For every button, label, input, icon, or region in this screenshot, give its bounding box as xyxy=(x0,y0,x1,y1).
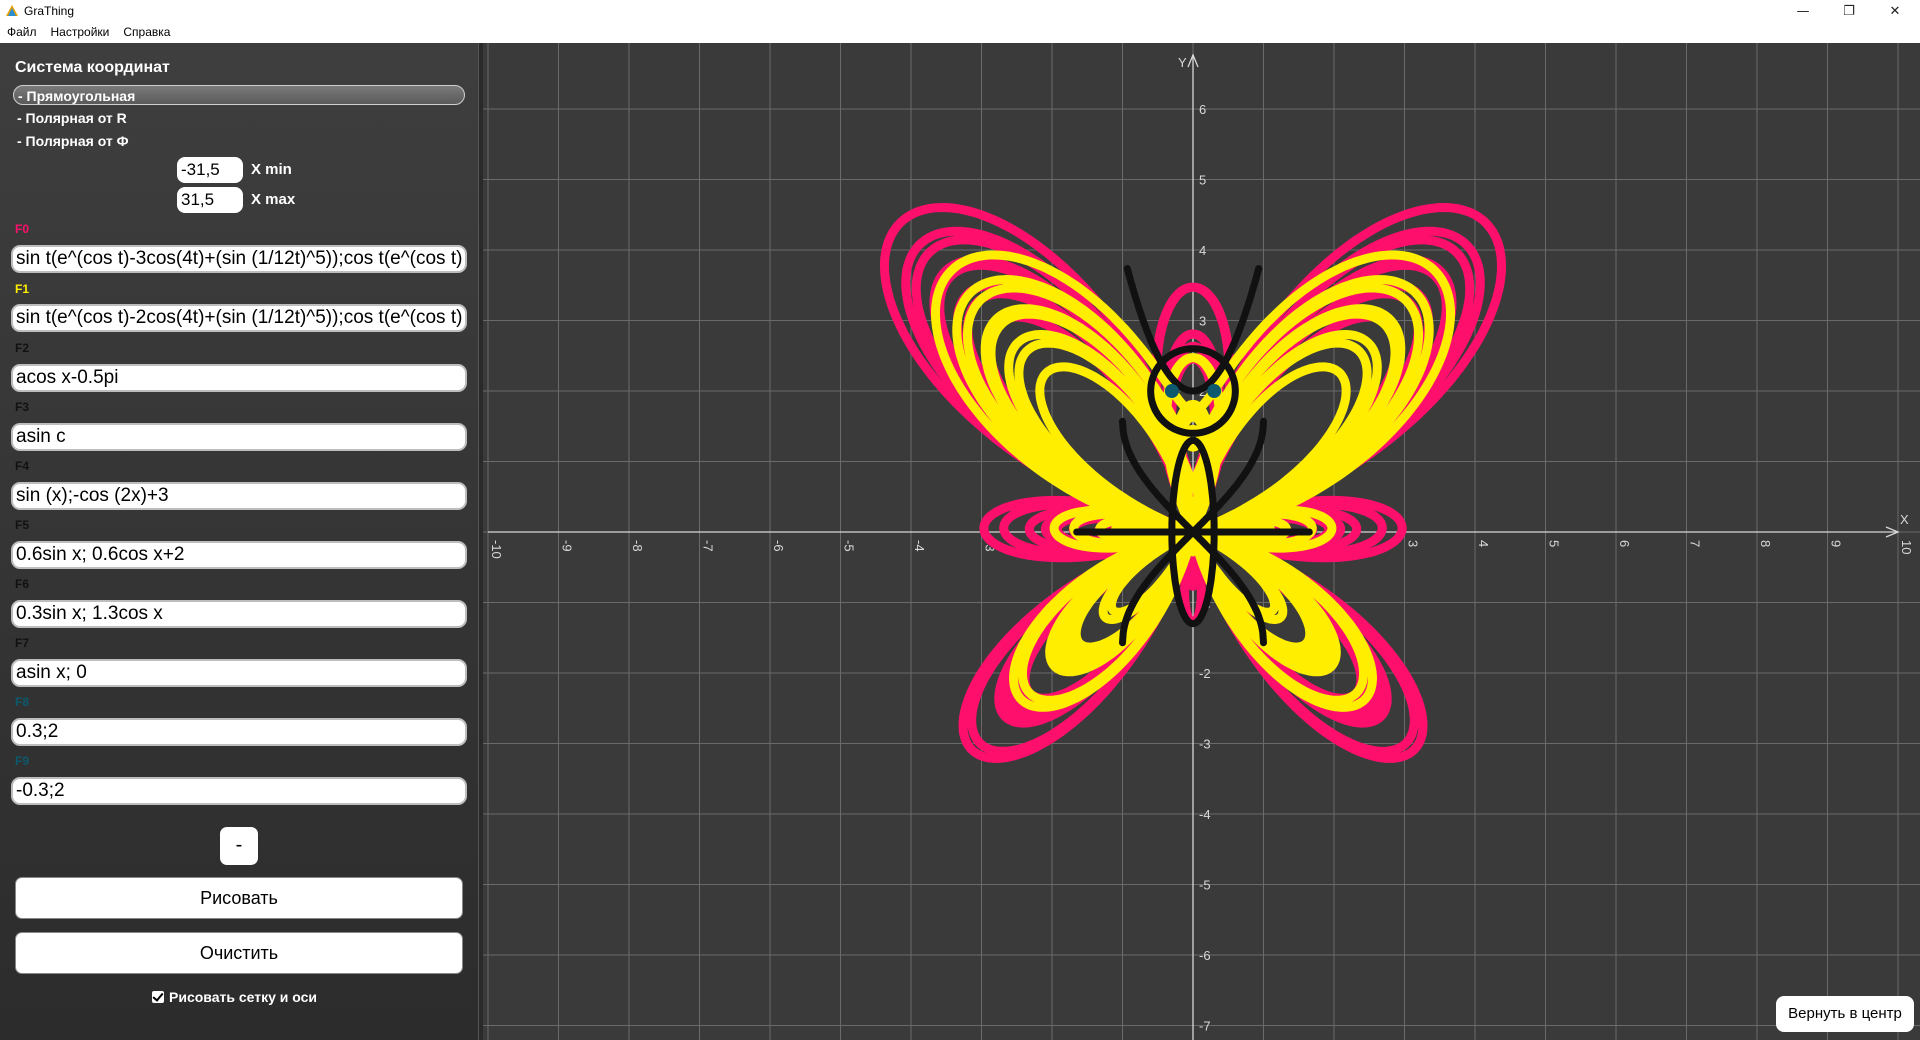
coord-system-title: Система координат xyxy=(15,59,170,76)
function-label-f6: F6 xyxy=(15,577,30,591)
menu-help[interactable]: Справка xyxy=(116,22,177,43)
x-tick-label: 8 xyxy=(1758,540,1773,547)
remove-function-button[interactable]: - xyxy=(220,827,258,865)
x-tick-label: -9 xyxy=(560,540,575,552)
x-tick-label: 10 xyxy=(1899,540,1914,554)
function-input-f3[interactable] xyxy=(11,423,467,451)
function-label-f7: F7 xyxy=(15,636,30,650)
recenter-button[interactable]: Вернуть в центр xyxy=(1776,996,1914,1032)
close-button[interactable]: ✕ xyxy=(1872,0,1918,22)
y-axis-label: Y xyxy=(1178,55,1187,70)
y-tick-label: -5 xyxy=(1199,878,1211,893)
minimize-button[interactable]: — xyxy=(1780,0,1826,22)
function-label-f9: F9 xyxy=(15,754,30,768)
function-input-f5[interactable] xyxy=(11,541,467,569)
y-tick-label: -7 xyxy=(1199,1019,1211,1034)
function-input-f7[interactable] xyxy=(11,659,467,687)
curve-f8 xyxy=(1207,384,1222,398)
x-tick-label: 9 xyxy=(1829,540,1844,547)
x-tick-label: 4 xyxy=(1476,540,1491,547)
x-tick-label: 6 xyxy=(1617,540,1632,547)
restore-icon: ❐ xyxy=(1843,3,1855,19)
function-label-f8: F8 xyxy=(15,695,30,709)
function-label-f0: F0 xyxy=(15,222,30,236)
y-tick-label: 4 xyxy=(1199,243,1206,258)
menu-bar: Файл Настройки Справка xyxy=(0,22,1920,43)
window-title: GraThing xyxy=(24,4,75,18)
function-input-f0[interactable] xyxy=(11,245,467,273)
draw-grid-option[interactable]: Рисовать сетку и оси xyxy=(152,989,317,1005)
y-tick-label: 6 xyxy=(1199,102,1206,117)
curve-f9 xyxy=(1164,384,1179,398)
y-tick-label: -2 xyxy=(1199,666,1211,681)
x-tick-label: 5 xyxy=(1547,540,1562,547)
menu-file[interactable]: Файл xyxy=(0,22,44,43)
x-tick-label: -4 xyxy=(912,540,927,552)
coord-option-polar-phi[interactable]: - Полярная от Ф xyxy=(13,131,465,151)
draw-button[interactable]: Рисовать xyxy=(15,877,463,919)
x-tick-label: -5 xyxy=(842,540,857,552)
y-tick-label: -6 xyxy=(1199,948,1211,963)
xmax-label: X max xyxy=(251,191,296,208)
app-logo-icon xyxy=(6,5,18,16)
y-tick-label: 3 xyxy=(1199,314,1206,329)
close-icon: ✕ xyxy=(1889,3,1901,19)
minimize-icon: — xyxy=(1796,3,1810,19)
graph-canvas[interactable]: XY-10 -9 -8 -7 -6 -5 -4 -3 -2 -1 1 2 3 4 5 6 7 8 9 10654321… xyxy=(483,43,1920,1040)
function-label-f5: F5 xyxy=(15,518,30,532)
menu-settings[interactable]: Настройки xyxy=(44,22,117,43)
x-tick-label: -7 xyxy=(701,540,716,552)
x-tick-label: -10 xyxy=(489,540,504,559)
control-panel: Система координат - Прямоугольная - Поля… xyxy=(0,43,478,1040)
x-tick-label: -8 xyxy=(630,540,645,552)
function-input-f2[interactable] xyxy=(11,364,467,392)
draw-grid-checkbox[interactable] xyxy=(152,991,164,1003)
x-tick-label: 7 xyxy=(1688,540,1703,547)
x-axis-label: X xyxy=(1900,512,1909,527)
coord-option-polar-r[interactable]: - Полярная от R xyxy=(13,108,465,128)
function-input-f4[interactable] xyxy=(11,482,467,510)
x-tick-label: -6 xyxy=(771,540,786,552)
function-input-f1[interactable] xyxy=(11,304,467,332)
coord-option-rectangular[interactable]: - Прямоугольная xyxy=(13,85,465,105)
restore-button[interactable]: ❐ xyxy=(1826,0,1872,22)
title-bar: GraThing — ❐ ✕ xyxy=(0,0,1920,22)
clear-button[interactable]: Очистить xyxy=(15,932,463,974)
xmax-input[interactable] xyxy=(177,187,243,213)
xmin-label: X min xyxy=(251,161,292,178)
y-tick-label: -4 xyxy=(1199,807,1211,822)
draw-grid-label: Рисовать сетку и оси xyxy=(169,989,318,1005)
function-input-f8[interactable] xyxy=(11,718,467,746)
function-label-f1: F1 xyxy=(15,282,30,296)
y-tick-label: 5 xyxy=(1199,173,1206,188)
xmin-input[interactable] xyxy=(177,157,243,183)
x-tick-label: 3 xyxy=(1406,540,1421,547)
function-label-f3: F3 xyxy=(15,400,30,414)
function-label-f4: F4 xyxy=(15,459,30,473)
function-input-f6[interactable] xyxy=(11,600,467,628)
function-label-f2: F2 xyxy=(15,341,30,355)
function-input-f9[interactable] xyxy=(11,777,467,805)
y-tick-label: -3 xyxy=(1199,737,1211,752)
